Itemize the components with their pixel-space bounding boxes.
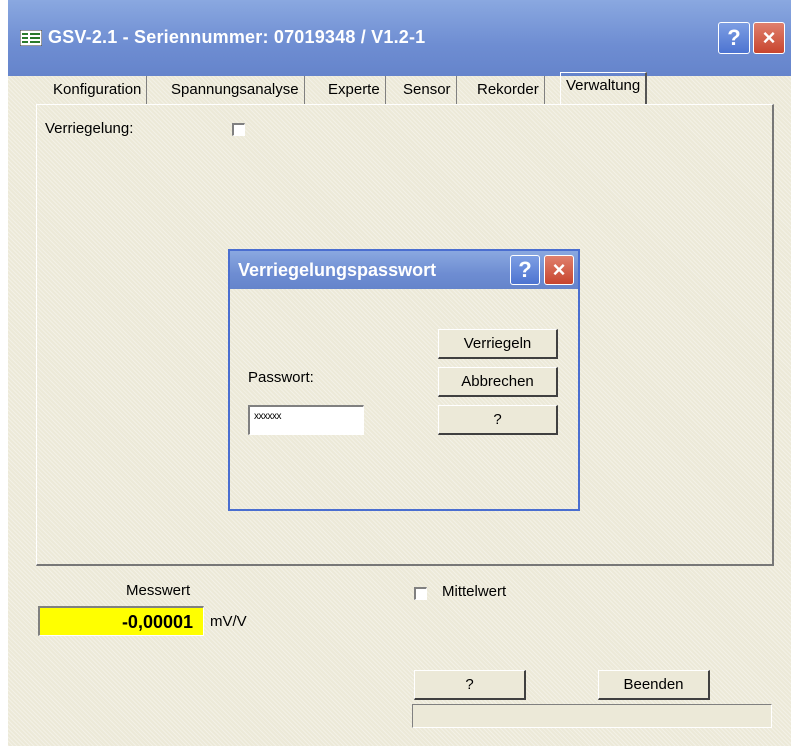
app-icon <box>20 30 42 46</box>
close-icon: × <box>552 257 566 282</box>
dialog-help-action-button[interactable]: ? <box>438 405 558 435</box>
dialog-help-button[interactable]: ? <box>510 255 540 285</box>
tab-spannungsanalyse[interactable]: Spannungsanalyse <box>166 76 305 104</box>
tab-konfiguration[interactable]: Konfiguration <box>48 76 148 104</box>
measurement-unit: mV/V <box>210 613 247 630</box>
cancel-button[interactable]: Abbrechen <box>438 367 558 397</box>
mean-checkbox[interactable] <box>414 587 427 600</box>
password-field[interactable]: xxxxxx <box>248 405 364 435</box>
measurement-value: -0,00001 <box>38 606 204 636</box>
dialog-title: Verriegelungspasswort <box>238 260 437 280</box>
tab-rekorder[interactable]: Rekorder <box>472 76 545 104</box>
password-dialog: Verriegelungspasswort ? × Passwort: xxxx… <box>228 249 580 511</box>
close-button[interactable]: × <box>753 22 785 54</box>
help-icon: ? <box>518 257 532 282</box>
dialog-close-button[interactable]: × <box>544 255 574 285</box>
dialog-title-bar: Verriegelungspasswort ? × <box>230 251 578 289</box>
footer-help-button[interactable]: ? <box>414 670 526 700</box>
password-label: Passwort: <box>248 369 314 386</box>
exit-button[interactable]: Beenden <box>598 670 710 700</box>
lock-label: Verriegelung: <box>45 120 134 137</box>
measurement-label: Messwert <box>126 582 191 599</box>
close-icon: × <box>762 25 776 50</box>
mean-label: Mittelwert <box>442 583 507 600</box>
title-bar: GSV-2.1 - Seriennummer: 07019348 / V1.2-… <box>8 0 791 76</box>
tab-sensor[interactable]: Sensor <box>398 76 457 104</box>
tab-verwaltung[interactable]: Verwaltung <box>560 72 648 105</box>
lock-button[interactable]: Verriegeln <box>438 329 558 359</box>
status-bar <box>412 704 772 728</box>
help-icon: ? <box>727 25 741 50</box>
help-button[interactable]: ? <box>718 22 750 54</box>
dialog-body: Passwort: xxxxxx Verriegeln Abbrechen ? <box>230 289 578 509</box>
main-window: GSV-2.1 - Seriennummer: 07019348 / V1.2-… <box>8 0 791 746</box>
client-area: Konfiguration Spannungsanalyse Experte S… <box>8 72 791 746</box>
lock-checkbox[interactable] <box>232 123 245 136</box>
tab-experte[interactable]: Experte <box>323 76 386 104</box>
window-title: GSV-2.1 - Seriennummer: 07019348 / V1.2-… <box>48 27 426 47</box>
